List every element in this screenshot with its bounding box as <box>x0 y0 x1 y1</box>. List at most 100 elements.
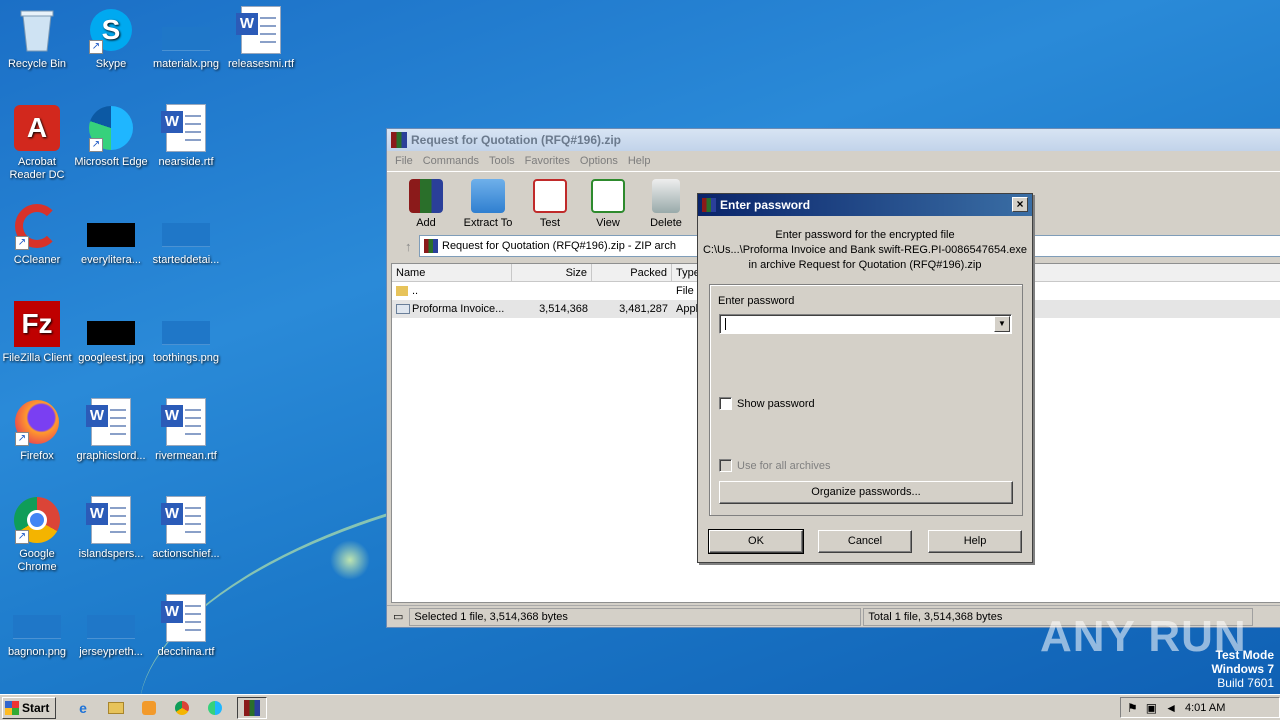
shortcut-arrow-icon: ↗ <box>15 530 29 544</box>
menu-tools[interactable]: Tools <box>489 155 515 167</box>
toolbar-add-button[interactable]: Add <box>397 179 455 233</box>
dialog-message: Enter password for the encrypted file C:… <box>702 229 1028 271</box>
edge-taskbar-icon[interactable] <box>204 697 226 719</box>
volume-icon[interactable]: ◄ <box>1165 701 1177 715</box>
desktop-icon-toothings[interactable]: toothings.png <box>149 300 223 365</box>
column-packed[interactable]: Packed <box>592 264 672 281</box>
shortcut-arrow-icon: ↗ <box>89 40 103 54</box>
edge-icon: ↗ <box>87 104 135 152</box>
cancel-button[interactable]: Cancel <box>818 530 912 553</box>
clock[interactable]: 4:01 AM <box>1185 702 1225 714</box>
test-mode-text: Test Mode Windows 7 Build 7601 <box>1211 648 1274 690</box>
folder-up-icon <box>396 286 408 296</box>
desktop-icon-releasesmi[interactable]: releasesmi.rtf <box>224 6 298 71</box>
desktop-icon-googleest[interactable]: googleest.jpg <box>74 300 148 365</box>
firefox-icon: ↗ <box>13 398 61 446</box>
desktop-icon-jerseypreth[interactable]: jerseypreth... <box>74 594 148 659</box>
recycle-bin-icon <box>13 6 61 54</box>
ok-button[interactable]: OK <box>708 529 804 554</box>
internet-explorer-icon[interactable]: e <box>72 697 94 719</box>
use-for-all-archives-checkbox: Use for all archives <box>719 459 831 472</box>
image-file-icon <box>162 6 210 54</box>
desktop-icon-ccleaner[interactable]: ↗ CCleaner <box>0 202 74 267</box>
image-file-icon <box>162 202 210 250</box>
text-caret <box>725 318 726 330</box>
shortcut-arrow-icon: ↗ <box>15 236 29 250</box>
password-input[interactable]: ▼ <box>719 314 1012 334</box>
desktop-icon-islandspers[interactable]: islandspers... <box>74 496 148 561</box>
dialog-titlebar[interactable]: Enter password × <box>698 194 1032 216</box>
word-document-icon <box>86 496 135 544</box>
image-file-icon <box>87 202 135 250</box>
show-password-checkbox[interactable]: Show password <box>719 397 815 410</box>
winrar-taskbar-icon[interactable] <box>237 696 267 719</box>
up-arrow-icon[interactable]: ↑ <box>405 239 412 254</box>
status-selected: Selected 1 file, 3,514,368 bytes <box>409 607 862 626</box>
desktop-icon-chrome[interactable]: ↗ Google Chrome <box>0 496 74 574</box>
media-player-icon[interactable] <box>138 697 160 719</box>
word-document-icon <box>161 104 210 152</box>
column-name[interactable]: Name <box>392 264 512 281</box>
taskbar: Start e ⚑ ▣ ◄ 4:01 AM <box>0 694 1280 720</box>
column-size[interactable]: Size <box>512 264 592 281</box>
ccleaner-icon: ↗ <box>13 202 61 250</box>
menu-options[interactable]: Options <box>580 155 618 167</box>
desktop-icon-everylitera[interactable]: everylitera... <box>74 202 148 267</box>
desktop-icon-graphicslord[interactable]: graphicslord... <box>74 398 148 463</box>
desktop-icon-rivermean[interactable]: rivermean.rtf <box>149 398 223 463</box>
desktop-icon-recycle-bin[interactable]: Recycle Bin <box>0 6 74 71</box>
checkbox-box <box>719 459 732 472</box>
filezilla-icon: Fz <box>13 300 61 348</box>
desktop-icon-nearside[interactable]: nearside.rtf <box>149 104 223 169</box>
chrome-taskbar-icon[interactable] <box>171 697 193 719</box>
file-explorer-icon[interactable] <box>105 697 127 719</box>
password-label: Enter password <box>718 295 795 307</box>
toolbar-view-button[interactable]: View <box>579 179 637 233</box>
desktop-icon-decchina[interactable]: decchina.rtf <box>149 594 223 659</box>
desktop-icon-acrobat[interactable]: A Acrobat Reader DC <box>0 104 74 182</box>
checkbox-box[interactable] <box>719 397 732 410</box>
system-tray: ⚑ ▣ ◄ 4:01 AM <box>1120 697 1280 718</box>
desktop-icon-actionschief[interactable]: actionschief... <box>149 496 223 561</box>
desktop-icon-firefox[interactable]: ↗ Firefox <box>0 398 74 463</box>
start-button[interactable]: Start <box>2 696 56 719</box>
winrar-titlebar[interactable]: Request for Quotation (RFQ#196).zip <box>387 129 1280 151</box>
menu-file[interactable]: File <box>395 155 413 167</box>
organize-passwords-button[interactable]: Organize passwords... <box>719 481 1013 504</box>
word-document-icon <box>161 496 210 544</box>
close-icon[interactable]: × <box>1012 197 1028 212</box>
chevron-down-icon[interactable]: ▼ <box>994 316 1010 332</box>
chrome-icon: ↗ <box>13 496 61 544</box>
menu-favorites[interactable]: Favorites <box>525 155 570 167</box>
image-file-icon <box>87 594 135 642</box>
desktop-icon-edge[interactable]: ↗ Microsoft Edge <box>74 104 148 169</box>
menu-commands[interactable]: Commands <box>423 155 479 167</box>
view-book-icon <box>591 179 625 213</box>
winrar-menubar: File Commands Tools Favorites Options He… <box>387 151 1280 171</box>
toolbar-test-button[interactable]: Test <box>521 179 579 233</box>
image-file-icon <box>87 300 135 348</box>
winrar-icon <box>702 198 716 212</box>
flag-icon[interactable]: ⚑ <box>1127 701 1138 715</box>
windows-logo-icon <box>5 700 19 715</box>
extract-folder-icon <box>471 179 505 213</box>
desktop-icon-materialx[interactable]: materialx.png <box>149 6 223 71</box>
skype-icon: S ↗ <box>87 6 135 54</box>
image-file-icon <box>162 300 210 348</box>
toolbar-delete-button[interactable]: Delete <box>637 179 695 233</box>
desktop-icon-filezilla[interactable]: Fz FileZilla Client <box>0 300 74 365</box>
menu-help[interactable]: Help <box>628 155 651 167</box>
exe-file-icon <box>396 304 410 314</box>
toolbar-extract-button[interactable]: Extract To <box>455 179 521 233</box>
winrar-icon <box>391 132 407 148</box>
desktop-icon-bagnon[interactable]: bagnon.png <box>0 594 74 659</box>
wallpaper-glow <box>330 540 370 580</box>
desktop-icon-starteddetai[interactable]: starteddetai... <box>149 202 223 267</box>
desktop-icon-skype[interactable]: S ↗ Skype <box>74 6 148 71</box>
word-document-icon <box>236 6 285 54</box>
winrar-title: Request for Quotation (RFQ#196).zip <box>411 133 622 147</box>
test-clipboard-icon <box>533 179 567 213</box>
dialog-title: Enter password <box>720 198 811 212</box>
network-icon[interactable]: ▣ <box>1146 701 1157 715</box>
help-button[interactable]: Help <box>928 530 1022 553</box>
